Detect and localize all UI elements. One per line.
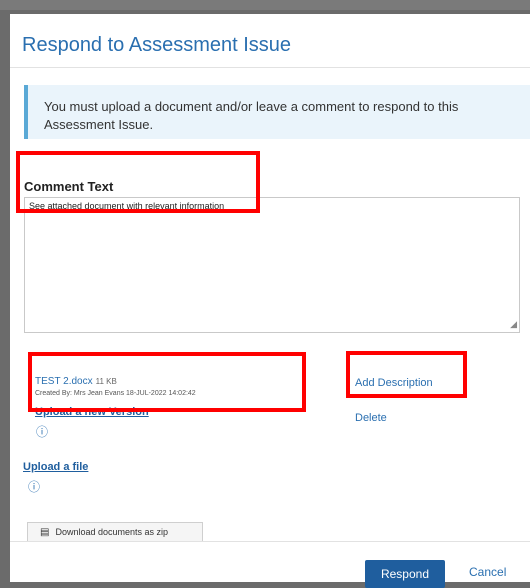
highlight-box-file <box>28 352 306 412</box>
respond-button[interactable]: Respond <box>365 560 445 588</box>
comment-textarea[interactable]: See attached document with relevant info… <box>24 197 520 333</box>
footer-divider <box>10 541 530 542</box>
download-zip-button[interactable]: ▤ Download documents as zip <box>27 522 203 542</box>
respond-dialog: Respond to Assessment Issue You must upl… <box>10 14 530 588</box>
info-banner: You must upload a document and/or leave … <box>24 85 530 139</box>
resize-handle-icon[interactable]: ◢ <box>510 319 517 330</box>
upload-file-link[interactable]: Upload a file <box>23 461 88 473</box>
cancel-link[interactable]: Cancel <box>469 565 506 579</box>
download-zip-label: Download documents as zip <box>55 527 169 537</box>
info-circle-icon[interactable]: ⓘ <box>36 426 48 438</box>
highlight-box-comment <box>16 151 260 213</box>
dialog-title: Respond to Assessment Issue <box>22 34 292 56</box>
highlight-box-add-description <box>346 351 467 398</box>
modal-backdrop <box>0 0 530 10</box>
header-divider <box>10 67 530 68</box>
info-circle-icon[interactable]: ⓘ <box>28 481 40 493</box>
delete-link[interactable]: Delete <box>355 412 387 424</box>
document-icon: ▤ <box>40 526 50 538</box>
info-message: You must upload a document and/or leave … <box>44 99 459 132</box>
